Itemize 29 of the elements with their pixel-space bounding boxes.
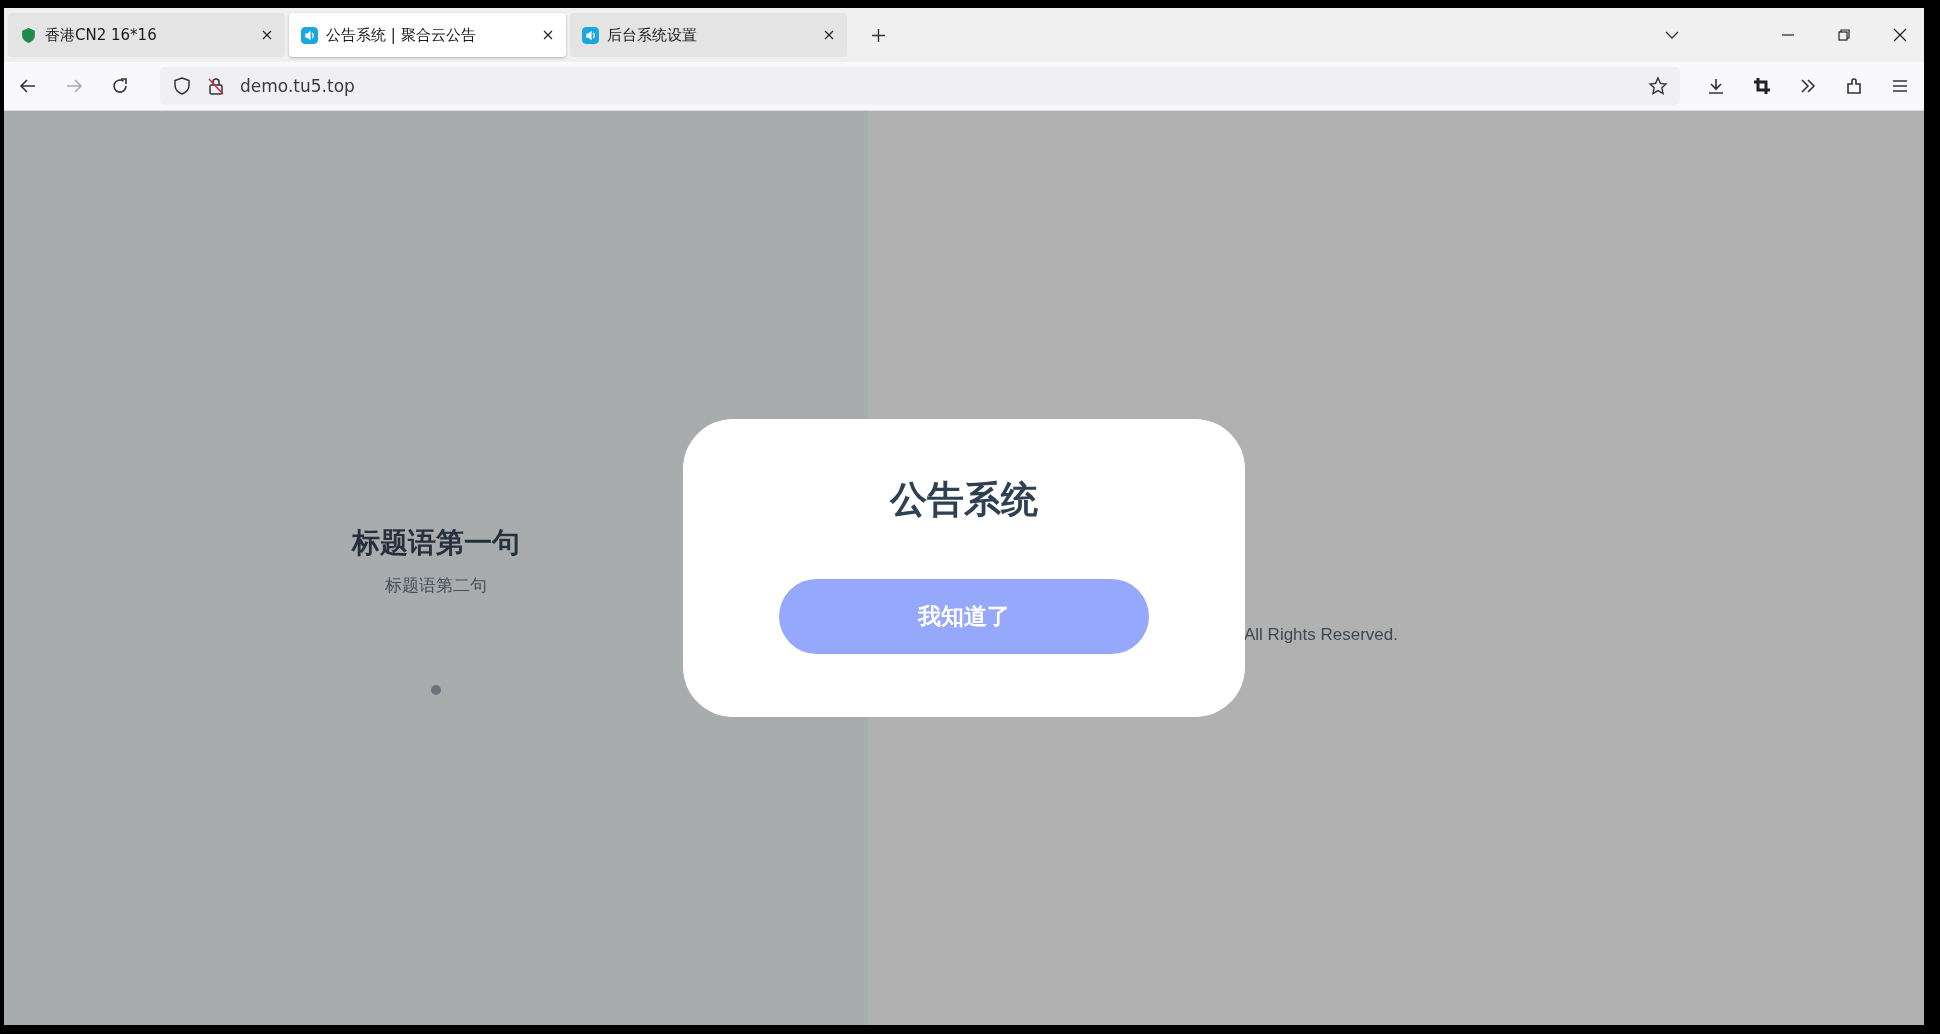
tab-title: 香港CN2 16*16 [45, 25, 158, 45]
close-icon[interactable] [1892, 27, 1908, 43]
modal-title: 公告系统 [890, 477, 1038, 523]
reload-icon[interactable] [110, 76, 130, 96]
shield-icon [172, 76, 192, 96]
carousel-dot[interactable] [431, 685, 441, 695]
url-text: demo.tu5.top [240, 76, 356, 96]
close-icon[interactable] [542, 29, 554, 41]
browser-tab[interactable]: 香港CN2 16*16 [8, 13, 285, 57]
browser-tab[interactable]: 公告系统 | 聚合云公告 [289, 13, 566, 57]
speaker-icon [582, 26, 599, 44]
download-icon[interactable] [1706, 76, 1726, 96]
speaker-icon [301, 26, 318, 44]
tab-title: 公告系统 | 聚合云公告 [326, 25, 477, 45]
subheadline: 标题语第二句 [385, 574, 487, 597]
crop-icon[interactable] [1752, 76, 1772, 96]
address-bar[interactable]: demo.tu5.top [160, 67, 1680, 105]
puzzle-icon[interactable] [1844, 76, 1864, 96]
star-icon[interactable] [1648, 76, 1668, 96]
new-tab-icon[interactable] [871, 27, 886, 43]
browser-tab[interactable]: 后台系统设置 [570, 13, 847, 57]
close-icon[interactable] [261, 29, 273, 41]
restore-icon[interactable] [1836, 27, 1852, 43]
close-icon[interactable] [823, 29, 835, 41]
insecure-lock-icon [206, 76, 226, 96]
shield-icon [20, 26, 37, 44]
tab-title: 后台系统设置 [607, 25, 698, 45]
copyright-text: All Rights Reserved. [1244, 625, 1398, 644]
headline: 标题语第一句 [352, 525, 520, 561]
